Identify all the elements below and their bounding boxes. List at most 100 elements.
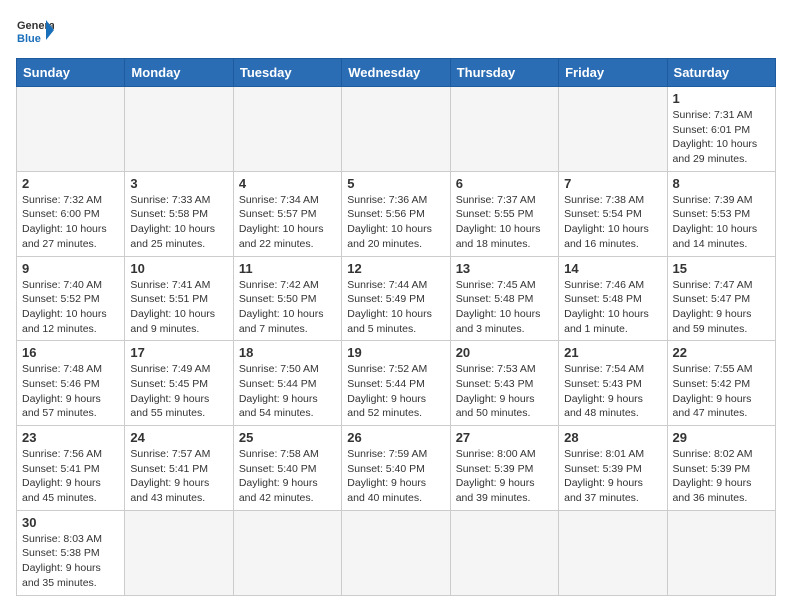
day-info: Sunrise: 8:02 AM Sunset: 5:39 PM Dayligh… <box>673 447 770 506</box>
calendar-cell: 3 Sunrise: 7:33 AM Sunset: 5:58 PM Daylig… <box>125 171 233 256</box>
day-info: Sunrise: 7:31 AM Sunset: 6:01 PM Dayligh… <box>673 108 770 167</box>
day-number: 7 <box>564 176 661 191</box>
calendar-cell <box>125 87 233 172</box>
calendar-week-row: 23Sunrise: 7:56 AM Sunset: 5:41 PM Dayli… <box>17 426 776 511</box>
calendar-cell <box>559 510 667 595</box>
calendar-week-row: 30 Sunrise: 8:03 AM Sunset: 5:38 PM Dayli… <box>17 510 776 595</box>
day-info: Sunrise: 7:49 AM Sunset: 5:45 PM Dayligh… <box>130 362 227 421</box>
calendar-cell: 14Sunrise: 7:46 AM Sunset: 5:48 PM Dayli… <box>559 256 667 341</box>
day-info: Sunrise: 7:58 AM Sunset: 5:40 PM Dayligh… <box>239 447 336 506</box>
day-info: Sunrise: 8:01 AM Sunset: 5:39 PM Dayligh… <box>564 447 661 506</box>
day-info: Sunrise: 7:33 AM Sunset: 5:58 PM Dayligh… <box>130 193 227 252</box>
calendar-cell: 9Sunrise: 7:40 AM Sunset: 5:52 PM Daylig… <box>17 256 125 341</box>
day-info: Sunrise: 7:38 AM Sunset: 5:54 PM Dayligh… <box>564 193 661 252</box>
day-info: Sunrise: 7:36 AM Sunset: 5:56 PM Dayligh… <box>347 193 444 252</box>
calendar-cell: 20 Sunrise: 7:53 AM Sunset: 5:43 PM Dayli… <box>450 341 558 426</box>
calendar-cell: 21 Sunrise: 7:54 AM Sunset: 5:43 PM Dayli… <box>559 341 667 426</box>
page-header: General Blue <box>16 16 776 46</box>
day-number: 6 <box>456 176 553 191</box>
calendar-cell <box>342 87 450 172</box>
calendar-cell <box>450 87 558 172</box>
day-number: 23 <box>22 430 119 445</box>
day-number: 10 <box>130 261 227 276</box>
day-number: 13 <box>456 261 553 276</box>
day-info: Sunrise: 7:54 AM Sunset: 5:43 PM Dayligh… <box>564 362 661 421</box>
day-number: 24 <box>130 430 227 445</box>
day-info: Sunrise: 7:32 AM Sunset: 6:00 PM Dayligh… <box>22 193 119 252</box>
calendar-cell: 15 Sunrise: 7:47 AM Sunset: 5:47 PM Dayli… <box>667 256 775 341</box>
calendar-week-row: 9Sunrise: 7:40 AM Sunset: 5:52 PM Daylig… <box>17 256 776 341</box>
day-number: 18 <box>239 345 336 360</box>
day-number: 9 <box>22 261 119 276</box>
svg-text:Blue: Blue <box>17 33 41 45</box>
day-info: Sunrise: 7:50 AM Sunset: 5:44 PM Dayligh… <box>239 362 336 421</box>
calendar-cell: 12 Sunrise: 7:44 AM Sunset: 5:49 PM Dayli… <box>342 256 450 341</box>
calendar-cell: 6 Sunrise: 7:37 AM Sunset: 5:55 PM Daylig… <box>450 171 558 256</box>
calendar-cell: 7 Sunrise: 7:38 AM Sunset: 5:54 PM Daylig… <box>559 171 667 256</box>
calendar-cell: 18 Sunrise: 7:50 AM Sunset: 5:44 PM Dayli… <box>233 341 341 426</box>
logo-svg: General Blue <box>16 16 54 46</box>
day-info: Sunrise: 7:47 AM Sunset: 5:47 PM Dayligh… <box>673 278 770 337</box>
day-number: 16 <box>22 345 119 360</box>
day-info: Sunrise: 7:42 AM Sunset: 5:50 PM Dayligh… <box>239 278 336 337</box>
day-number: 19 <box>347 345 444 360</box>
calendar-cell: 5 Sunrise: 7:36 AM Sunset: 5:56 PM Daylig… <box>342 171 450 256</box>
calendar-week-row: 2 Sunrise: 7:32 AM Sunset: 6:00 PM Daylig… <box>17 171 776 256</box>
day-info: Sunrise: 7:46 AM Sunset: 5:48 PM Dayligh… <box>564 278 661 337</box>
day-number: 25 <box>239 430 336 445</box>
day-info: Sunrise: 7:41 AM Sunset: 5:51 PM Dayligh… <box>130 278 227 337</box>
calendar-cell <box>125 510 233 595</box>
day-number: 29 <box>673 430 770 445</box>
calendar-cell: 13 Sunrise: 7:45 AM Sunset: 5:48 PM Dayli… <box>450 256 558 341</box>
day-info: Sunrise: 7:39 AM Sunset: 5:53 PM Dayligh… <box>673 193 770 252</box>
day-number: 1 <box>673 91 770 106</box>
day-number: 15 <box>673 261 770 276</box>
calendar-table: SundayMondayTuesdayWednesdayThursdayFrid… <box>16 58 776 596</box>
day-info: Sunrise: 7:44 AM Sunset: 5:49 PM Dayligh… <box>347 278 444 337</box>
calendar-cell: 23Sunrise: 7:56 AM Sunset: 5:41 PM Dayli… <box>17 426 125 511</box>
col-header-sunday: Sunday <box>17 59 125 87</box>
day-number: 8 <box>673 176 770 191</box>
day-info: Sunrise: 7:45 AM Sunset: 5:48 PM Dayligh… <box>456 278 553 337</box>
calendar-cell: 11 Sunrise: 7:42 AM Sunset: 5:50 PM Dayli… <box>233 256 341 341</box>
col-header-thursday: Thursday <box>450 59 558 87</box>
calendar-cell: 16 Sunrise: 7:48 AM Sunset: 5:46 PM Dayli… <box>17 341 125 426</box>
day-number: 17 <box>130 345 227 360</box>
day-number: 5 <box>347 176 444 191</box>
col-header-wednesday: Wednesday <box>342 59 450 87</box>
day-number: 21 <box>564 345 661 360</box>
day-number: 20 <box>456 345 553 360</box>
calendar-cell <box>233 510 341 595</box>
day-number: 2 <box>22 176 119 191</box>
calendar-cell: 29 Sunrise: 8:02 AM Sunset: 5:39 PM Dayli… <box>667 426 775 511</box>
day-info: Sunrise: 7:53 AM Sunset: 5:43 PM Dayligh… <box>456 362 553 421</box>
day-info: Sunrise: 8:00 AM Sunset: 5:39 PM Dayligh… <box>456 447 553 506</box>
calendar-cell: 26Sunrise: 7:59 AM Sunset: 5:40 PM Dayli… <box>342 426 450 511</box>
calendar-cell <box>342 510 450 595</box>
calendar-cell: 10 Sunrise: 7:41 AM Sunset: 5:51 PM Dayli… <box>125 256 233 341</box>
col-header-friday: Friday <box>559 59 667 87</box>
day-number: 26 <box>347 430 444 445</box>
day-info: Sunrise: 7:37 AM Sunset: 5:55 PM Dayligh… <box>456 193 553 252</box>
calendar-cell <box>559 87 667 172</box>
calendar-header-row: SundayMondayTuesdayWednesdayThursdayFrid… <box>17 59 776 87</box>
logo-container: General Blue <box>16 16 54 46</box>
calendar-cell: 4Sunrise: 7:34 AM Sunset: 5:57 PM Daylig… <box>233 171 341 256</box>
day-info: Sunrise: 7:48 AM Sunset: 5:46 PM Dayligh… <box>22 362 119 421</box>
calendar-cell: 1 Sunrise: 7:31 AM Sunset: 6:01 PM Daylig… <box>667 87 775 172</box>
calendar-cell: 25 Sunrise: 7:58 AM Sunset: 5:40 PM Dayli… <box>233 426 341 511</box>
day-number: 12 <box>347 261 444 276</box>
day-number: 4 <box>239 176 336 191</box>
day-info: Sunrise: 7:52 AM Sunset: 5:44 PM Dayligh… <box>347 362 444 421</box>
day-number: 22 <box>673 345 770 360</box>
calendar-cell: 28 Sunrise: 8:01 AM Sunset: 5:39 PM Dayli… <box>559 426 667 511</box>
calendar-cell: 19 Sunrise: 7:52 AM Sunset: 5:44 PM Dayli… <box>342 341 450 426</box>
day-number: 30 <box>22 515 119 530</box>
day-number: 3 <box>130 176 227 191</box>
logo: General Blue <box>16 16 54 46</box>
day-number: 28 <box>564 430 661 445</box>
calendar-cell: 17 Sunrise: 7:49 AM Sunset: 5:45 PM Dayli… <box>125 341 233 426</box>
calendar-cell: 24Sunrise: 7:57 AM Sunset: 5:41 PM Dayli… <box>125 426 233 511</box>
day-number: 11 <box>239 261 336 276</box>
day-info: Sunrise: 8:03 AM Sunset: 5:38 PM Dayligh… <box>22 532 119 591</box>
